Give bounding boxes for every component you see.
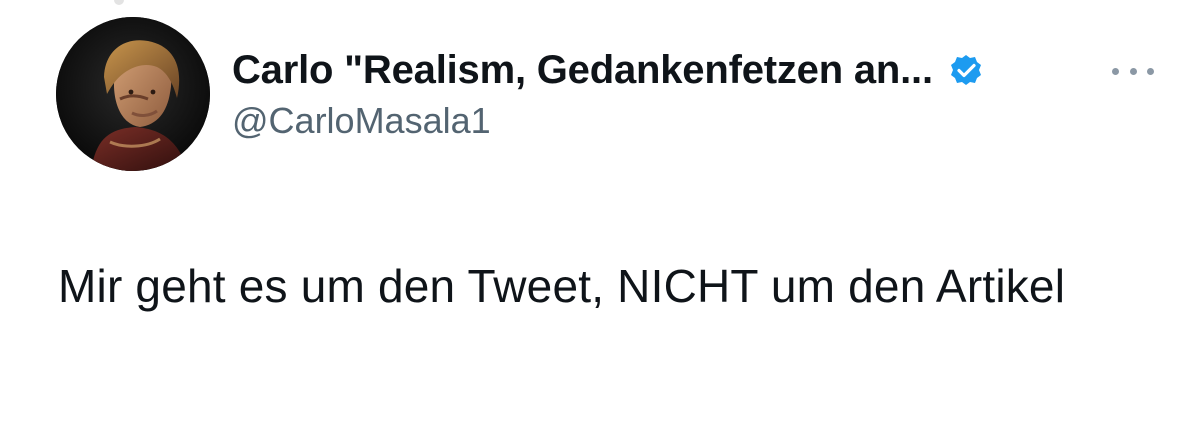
- verified-badge-icon: [950, 55, 981, 85]
- profile-photo-icon: [56, 17, 210, 171]
- more-options-dot-icon: [1112, 67, 1119, 75]
- author-avatar[interactable]: [56, 17, 210, 171]
- more-options-dot-icon: [1147, 67, 1154, 75]
- tweet-header: Carlo "Realism, Gedankenfetzen an... @Ca…: [56, 16, 1166, 172]
- author-handle[interactable]: @CarloMasala1: [232, 100, 1102, 142]
- more-options-dot-icon: [1129, 67, 1137, 75]
- top-edge-mark: [114, 0, 124, 5]
- tweet-text: Mir geht es um den Tweet, NICHT um den A…: [58, 260, 1066, 312]
- author-display-name[interactable]: Carlo "Realism, Gedankenfetzen an...: [232, 48, 933, 93]
- more-options-icon[interactable]: [1112, 62, 1154, 80]
- author-names: Carlo "Realism, Gedankenfetzen an... @Ca…: [232, 42, 1102, 142]
- display-name-row: Carlo "Realism, Gedankenfetzen an...: [232, 42, 1092, 98]
